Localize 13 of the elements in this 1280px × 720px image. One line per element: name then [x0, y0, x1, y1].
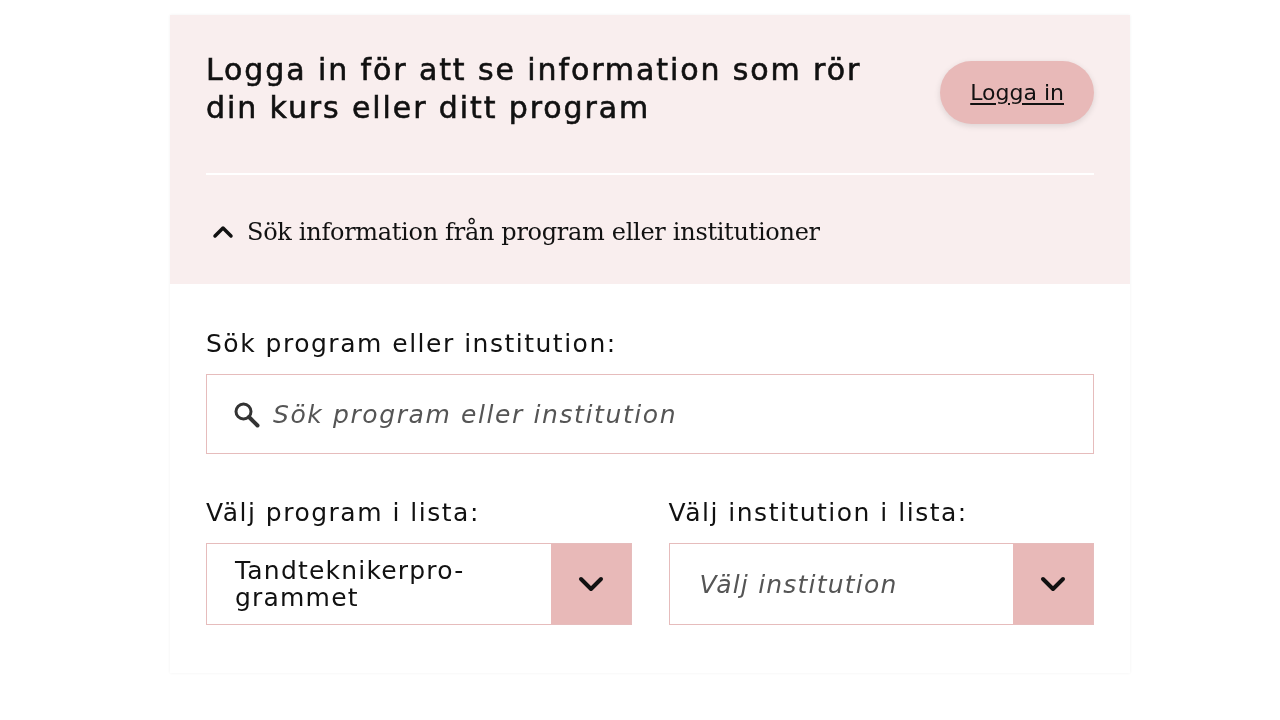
login-heading: Logga in för att se information som rör din kurs eller ditt program	[206, 51, 863, 127]
search-field[interactable]: Sök program eller institution	[206, 374, 1094, 454]
search-icon	[233, 401, 260, 428]
dropdown-label: Välj institution i lista:	[668, 498, 969, 528]
search-toggle[interactable]: Sök information från program eller institutioner	[206, 215, 820, 249]
dropdown[interactable]: Tandteknikerpro-grammet	[206, 543, 632, 625]
dropdown[interactable]: Välj institution	[668, 543, 1094, 625]
login-button[interactable]: Logga in	[940, 60, 1094, 124]
search-label: Sök program eller institution:	[206, 329, 618, 359]
chevron-down-icon	[550, 544, 631, 624]
chevron-up-icon	[212, 225, 234, 239]
dropdown-label: Välj program i lista:	[206, 498, 481, 528]
chevron-down-icon	[1013, 544, 1093, 624]
